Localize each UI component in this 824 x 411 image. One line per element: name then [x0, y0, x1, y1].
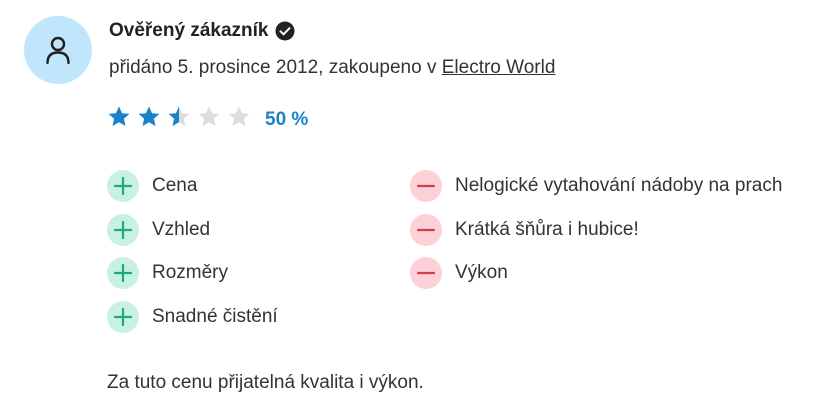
pro-item: Vzhled [107, 213, 278, 246]
pro-label: Vzhled [152, 218, 211, 240]
con-item: Nelogické vytahování nádoby na prach [410, 170, 782, 202]
rating-value: 50 % [265, 108, 309, 130]
user-icon [46, 36, 70, 65]
pro-label: Rozměry [152, 262, 229, 283]
con-label: Výkon [455, 262, 508, 283]
star-half-icon [168, 106, 190, 126]
pro-item: Snadné čistění [107, 300, 278, 333]
pro-label: Cena [152, 175, 198, 196]
plus-icon [107, 170, 139, 202]
pros-list: Cena Vzhled Rozměry Snadné čistění [107, 170, 278, 344]
con-label: Krátká šňůra i hubice! [455, 218, 639, 240]
review-text: Za tuto cenu přijatelná kvalita i výkon. [107, 372, 424, 393]
minus-icon [410, 213, 442, 246]
check-circle-icon [275, 21, 295, 41]
pro-item: Rozměry [107, 257, 278, 289]
con-label: Nelogické vytahování nádoby na prach [455, 175, 783, 196]
plus-icon [107, 213, 139, 246]
con-item: Krátká šňůra i hubice! [410, 213, 782, 246]
avatar [24, 16, 92, 84]
meta-date-text: přidáno 5. prosince 2012, zakoupeno v [109, 57, 442, 78]
star-empty-icon [228, 106, 250, 126]
store-link[interactable]: Electro World [442, 57, 556, 78]
pro-item: Cena [107, 170, 278, 202]
minus-icon [410, 170, 442, 202]
star-full-icon [108, 106, 130, 126]
con-item: Výkon [410, 257, 782, 289]
star-full-icon [138, 106, 160, 126]
review-card: Ověřený zákazník přidáno 5. prosince 201… [0, 0, 824, 411]
review-meta: přidáno 5. prosince 2012, zakoupeno v El… [109, 57, 555, 79]
plus-icon [107, 257, 139, 289]
pro-label: Snadné čistění [152, 305, 278, 327]
plus-icon [107, 300, 139, 333]
star-rating: 50 % [107, 105, 308, 134]
star-empty-icon [198, 106, 220, 126]
stars-container [107, 105, 257, 134]
minus-icon [410, 257, 442, 289]
author-row: Ověřený zákazník [109, 20, 295, 42]
cons-list: Nelogické vytahování nádoby na prach Krá… [410, 170, 782, 301]
author-name: Ověřený zákazník [109, 20, 269, 41]
